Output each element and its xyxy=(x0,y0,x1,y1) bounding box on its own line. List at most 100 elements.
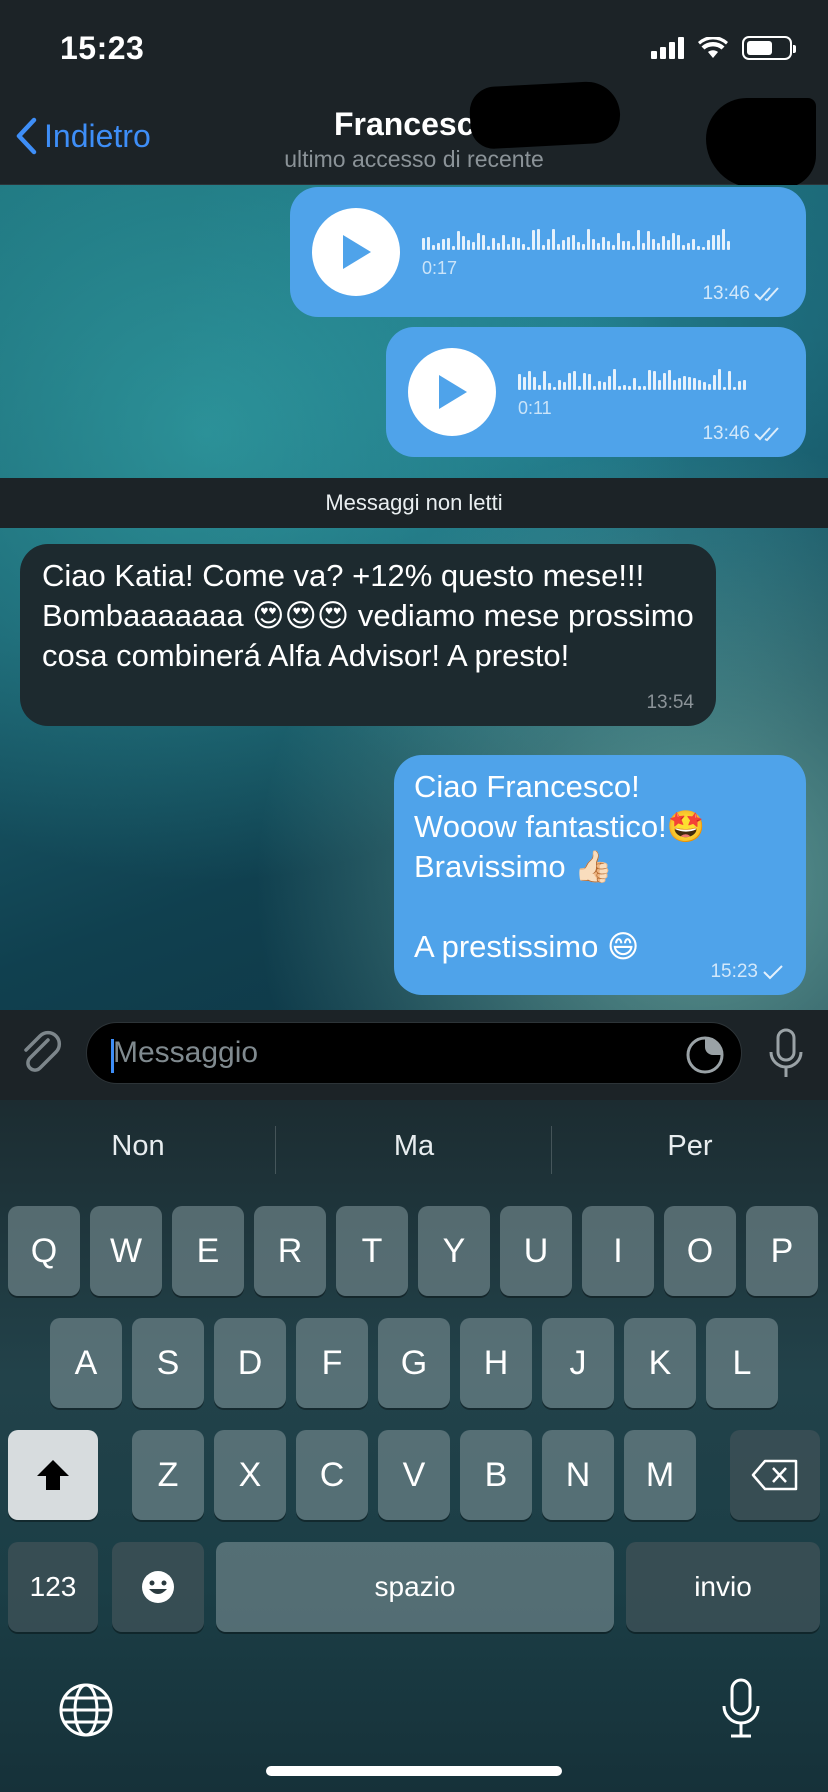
key-m[interactable]: M xyxy=(624,1430,696,1520)
key-c[interactable]: C xyxy=(296,1430,368,1520)
outgoing-message[interactable]: Ciao Francesco! Wooow fantastico!🤩 Bravi… xyxy=(394,755,806,995)
waveform-bar xyxy=(563,382,566,390)
waveform-bar xyxy=(487,246,490,250)
waveform-bar xyxy=(542,245,545,250)
waveform-bar xyxy=(613,369,616,390)
globe-button[interactable] xyxy=(58,1682,114,1743)
message-time: 15:23 xyxy=(710,961,784,983)
shift-key[interactable] xyxy=(8,1430,98,1520)
status-time: 15:23 xyxy=(60,30,145,66)
play-button[interactable] xyxy=(312,208,400,296)
numbers-key[interactable]: 123 xyxy=(8,1542,98,1632)
key-j[interactable]: J xyxy=(542,1318,614,1408)
telegram-chat-screen: 15:23 Indietro Francesco ultimo accesso … xyxy=(0,0,828,1792)
waveform-bar xyxy=(578,386,581,390)
sticker-button[interactable] xyxy=(685,1035,725,1080)
waveform-bar xyxy=(562,240,565,250)
key-i[interactable]: I xyxy=(582,1206,654,1296)
waveform-bar xyxy=(543,371,546,390)
waveform-bar xyxy=(538,385,541,390)
key-b[interactable]: B xyxy=(460,1430,532,1520)
message-input[interactable]: Messaggio xyxy=(86,1022,742,1084)
play-button[interactable] xyxy=(408,348,496,436)
key-y[interactable]: Y xyxy=(418,1206,490,1296)
waveform-bar xyxy=(532,230,535,250)
key-w[interactable]: W xyxy=(90,1206,162,1296)
waveform-bar xyxy=(583,373,586,390)
waveform-bar xyxy=(527,247,530,250)
waveform-bar xyxy=(652,239,655,250)
key-a[interactable]: A xyxy=(50,1318,122,1408)
waveform-bar xyxy=(647,231,650,250)
chat-history[interactable]: 0:17 13:46 0:11 13:46 Messaggi non letti… xyxy=(0,185,828,1010)
key-t[interactable]: T xyxy=(336,1206,408,1296)
key-k[interactable]: K xyxy=(624,1318,696,1408)
voice-message[interactable]: 0:17 13:46 xyxy=(290,187,806,317)
message-time: 13:46 xyxy=(702,283,784,305)
key-n[interactable]: N xyxy=(542,1430,614,1520)
waveform-bar xyxy=(568,373,571,390)
sticker-icon xyxy=(686,1036,724,1074)
waveform-bar xyxy=(723,387,726,390)
waveform-bar xyxy=(587,229,590,250)
key-f[interactable]: F xyxy=(296,1318,368,1408)
waveform-bar xyxy=(703,382,706,390)
waveform-bar xyxy=(642,243,645,250)
waveform-bar xyxy=(558,380,561,390)
incoming-message[interactable]: Ciao Katia! Come va? +12% questo mese!!!… xyxy=(20,544,716,726)
waveform-bar xyxy=(517,238,520,250)
key-v[interactable]: V xyxy=(378,1430,450,1520)
predictive-bar: Non Ma Per xyxy=(0,1100,828,1200)
waveform-bar xyxy=(693,378,696,390)
waveform-bar xyxy=(452,246,455,250)
waveform-bar xyxy=(437,243,440,250)
waveform-bar xyxy=(523,377,526,390)
return-key[interactable]: invio xyxy=(626,1542,820,1632)
key-x[interactable]: X xyxy=(214,1430,286,1520)
key-o[interactable]: O xyxy=(664,1206,736,1296)
key-q[interactable]: Q xyxy=(8,1206,80,1296)
status-icons xyxy=(651,36,796,60)
waveform-bar xyxy=(588,374,591,390)
waveform-bar xyxy=(552,229,555,250)
contact-name[interactable]: Francesco xyxy=(0,106,828,143)
message-time: 13:46 xyxy=(702,423,784,445)
message-line: Bravissimo 👍🏻 xyxy=(414,849,613,884)
key-r[interactable]: R xyxy=(254,1206,326,1296)
key-p[interactable]: P xyxy=(746,1206,818,1296)
waveform-bar xyxy=(708,384,711,390)
waveform-bar xyxy=(618,386,621,390)
voice-message[interactable]: 0:11 13:46 xyxy=(386,327,806,457)
waveform-bar xyxy=(462,236,465,250)
emoji-key[interactable] xyxy=(112,1542,204,1632)
key-u[interactable]: U xyxy=(500,1206,572,1296)
attach-button[interactable] xyxy=(18,1028,64,1083)
key-e[interactable]: E xyxy=(172,1206,244,1296)
space-key[interactable]: spazio xyxy=(216,1542,614,1632)
key-g[interactable]: G xyxy=(378,1318,450,1408)
waveform-bar xyxy=(572,235,575,250)
suggestion-item[interactable]: Per xyxy=(552,1130,828,1163)
waveform-bar xyxy=(512,237,515,250)
waveform-bar xyxy=(623,385,626,390)
check-icon xyxy=(763,965,783,980)
key-d[interactable]: D xyxy=(214,1318,286,1408)
waveform-bar xyxy=(528,371,531,390)
key-h[interactable]: H xyxy=(460,1318,532,1408)
waveform-bar xyxy=(607,241,610,250)
waveform-bar xyxy=(522,244,525,250)
waveform-bar xyxy=(598,381,601,390)
waveform-bar xyxy=(678,378,681,390)
key-s[interactable]: S xyxy=(132,1318,204,1408)
suggestion-item[interactable]: Non xyxy=(0,1130,276,1163)
waveform-bar xyxy=(643,386,646,390)
play-icon xyxy=(343,235,371,269)
key-l[interactable]: L xyxy=(706,1318,778,1408)
dictation-button[interactable] xyxy=(720,1678,762,1745)
key-z[interactable]: Z xyxy=(132,1430,204,1520)
suggestion-item[interactable]: Ma xyxy=(276,1130,552,1163)
waveform-bar xyxy=(477,233,480,250)
message-placeholder: Messaggio xyxy=(113,1036,259,1069)
backspace-key[interactable] xyxy=(730,1430,820,1520)
voice-record-button[interactable] xyxy=(768,1028,804,1085)
